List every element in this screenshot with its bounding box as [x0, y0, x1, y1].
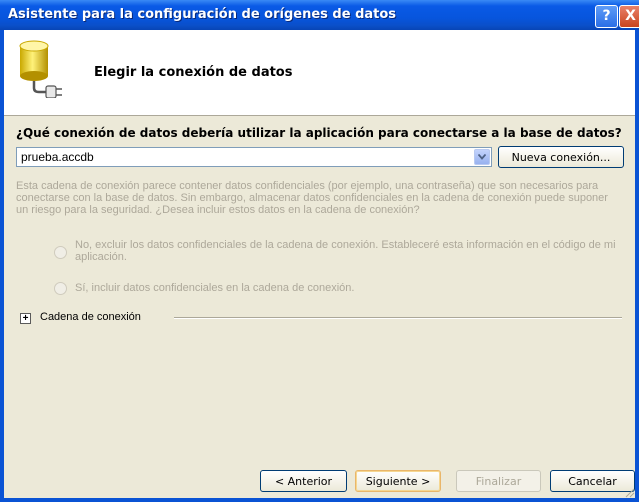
- previous-button[interactable]: < Anterior: [260, 470, 347, 492]
- combobox-dropdown-button[interactable]: [474, 149, 490, 165]
- connection-combobox-value: prueba.accdb: [21, 150, 94, 164]
- chevron-down-icon: [478, 154, 486, 160]
- new-connection-button[interactable]: Nueva conexión...: [498, 146, 624, 168]
- title-bar[interactable]: Asistente para la configuración de oríge…: [0, 0, 639, 30]
- connection-question-label: ¿Qué conexión de datos debería utilizar …: [16, 126, 622, 140]
- help-button[interactable]: ?: [595, 5, 618, 28]
- wizard-header: Elegir la conexión de datos: [4, 30, 635, 116]
- sensitive-data-description: Esta cadena de conexión parece contener …: [16, 180, 608, 216]
- finish-button[interactable]: Finalizar: [456, 470, 541, 492]
- connection-combobox[interactable]: prueba.accdb: [16, 147, 492, 167]
- exclude-sensitive-radio[interactable]: [54, 246, 67, 259]
- include-sensitive-radio[interactable]: [54, 282, 67, 295]
- database-connection-icon: [19, 40, 62, 98]
- connection-string-label: Cadena de conexión: [40, 311, 141, 323]
- include-sensitive-label: Sí, incluir datos confidenciales en la c…: [75, 282, 355, 294]
- window-title: Asistente para la configuración de oríge…: [8, 7, 397, 22]
- page-title: Elegir la conexión de datos: [94, 65, 293, 80]
- wizard-window: Asistente para la configuración de oríge…: [0, 0, 639, 502]
- exclude-sensitive-label: No, excluir los datos confidenciales de …: [75, 239, 616, 263]
- wizard-body: Elegir la conexión de datos ¿Qué conexió…: [4, 30, 635, 498]
- resize-grip-icon[interactable]: [623, 486, 635, 498]
- close-button[interactable]: X: [619, 5, 639, 28]
- next-button[interactable]: Siguiente >: [355, 470, 441, 492]
- expand-connection-string-button[interactable]: +: [20, 313, 31, 324]
- connection-string-divider: [174, 317, 622, 319]
